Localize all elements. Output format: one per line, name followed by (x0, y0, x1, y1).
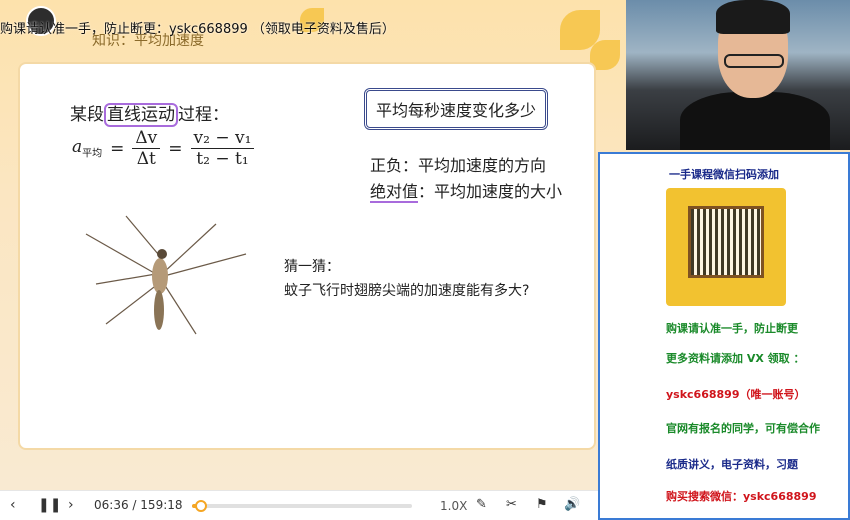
teacher-hair (716, 0, 790, 34)
next-icon[interactable]: › (68, 497, 74, 513)
promo-line: 官网有报名的同学，可有偿合作 (666, 422, 820, 435)
add-note-icon[interactable]: ✎ (476, 497, 487, 512)
guess-question: 蚊子飞行时翅膀尖端的加速度能有多大? (284, 283, 530, 299)
segment-prefix: 某段 (70, 105, 104, 125)
teacher-webcam (626, 0, 850, 150)
mosquito-image (85, 215, 247, 335)
segment-highlight: 直线运动 (104, 103, 178, 127)
player-controls: ‹ ❚❚ › 06:36 / 159:18 1.0X ✎ ✂ ⚑ 🔊 (0, 490, 598, 520)
progress-bar[interactable] (192, 500, 412, 512)
promo-line: 购买搜索微信：yskc668899 (666, 490, 817, 503)
progress-knob[interactable] (195, 500, 207, 512)
speed-button[interactable]: 1.0X (440, 499, 467, 513)
segment-label: 某段 直线运动 过程： (70, 100, 229, 127)
time-display: 06:36 / 159:18 (94, 498, 183, 512)
formula-eq: = (110, 138, 125, 159)
teacher-shirt (680, 92, 830, 150)
sign-meaning: 正负：平均加速度的方向 (370, 156, 547, 175)
pause-icon[interactable]: ❚❚ (38, 497, 61, 513)
fraction-delta: Δv Δt (132, 128, 161, 169)
scissors-icon[interactable]: ✂ (506, 497, 517, 512)
volume-icon[interactable]: 🔊 (564, 497, 580, 512)
guess-label: 猜一猜： (284, 259, 340, 275)
acceleration-formula: a平均 = Δv Δt = v₂ − v₁ t₂ − t₁ (72, 128, 255, 169)
watermark-text: 购课请认准一手，防止断更：yskc668899 （领取电子资料及售后） (0, 22, 395, 37)
magnitude-meaning: 绝对值：平均加速度的大小 (370, 182, 563, 203)
qr-code-image (666, 188, 786, 306)
abs-value-term: 绝对值 (370, 182, 419, 203)
promo-line: 购课请认准一手，防止断更 (666, 322, 798, 335)
promo-title: 一手课程微信扫码添加 (669, 168, 779, 181)
promo-line: 更多资料请添加 VX 领取 ： (666, 352, 805, 365)
prev-icon[interactable]: ‹ (10, 497, 16, 513)
fraction-diff: v₂ − v₁ t₂ − t₁ (190, 128, 255, 169)
flag-icon[interactable]: ⚑ (536, 497, 548, 512)
segment-suffix: 过程： (178, 105, 229, 125)
promo-line: 纸质讲义，电子资料，习题 (666, 458, 798, 471)
qr-pattern (688, 206, 764, 278)
formula-lhs: a平均 (72, 137, 103, 160)
promo-panel: 一手课程微信扫码添加 购课请认准一手，防止断更 更多资料请添加 VX 领取 ： ys… (598, 152, 850, 520)
glasses-icon (724, 54, 784, 68)
formula-eq2: = (168, 138, 183, 159)
promo-line: yskc668899（唯一账号） (666, 388, 806, 401)
boxed-question: 平均每秒速度变化多少 (364, 88, 548, 130)
slide-content: 某段 直线运动 过程： a平均 = Δv Δt = v₂ − v₁ t₂ − t₁ … (18, 62, 596, 450)
